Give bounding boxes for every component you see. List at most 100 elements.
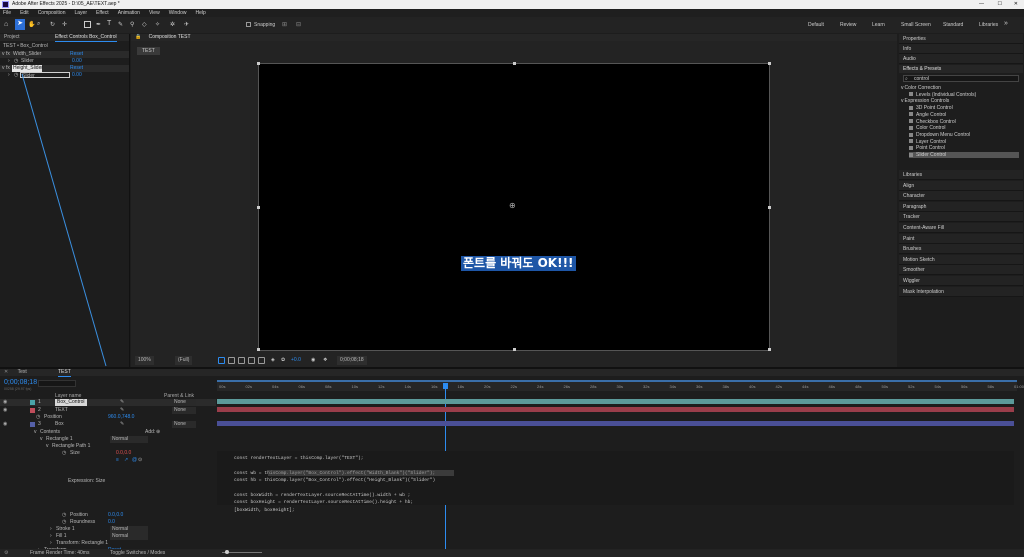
expression-menu-icon[interactable]: ⊙ bbox=[138, 457, 142, 464]
layer-bar-text[interactable] bbox=[217, 407, 1014, 412]
panel-audio[interactable]: Audio bbox=[899, 54, 1023, 64]
code-line[interactable]: const hb = thisComp.layer("Box_Control")… bbox=[234, 477, 435, 484]
stopwatch-icon[interactable]: ◷ bbox=[62, 512, 66, 519]
parent-dropdown[interactable]: None bbox=[172, 421, 196, 428]
tab-test[interactable]: TEST bbox=[58, 369, 71, 377]
comp-name-tag[interactable]: TEST bbox=[137, 47, 160, 55]
layer-name[interactable]: Box_Control bbox=[55, 399, 87, 406]
parent-dropdown[interactable]: None bbox=[172, 399, 196, 406]
layer-name[interactable]: Box bbox=[55, 421, 64, 428]
rect-position-row[interactable]: ◷ Position 0.0,0.0 bbox=[0, 512, 216, 519]
add-label[interactable]: Add: bbox=[145, 429, 155, 436]
panel-motion-sketch[interactable]: Motion Sketch bbox=[899, 254, 1023, 265]
panel-character[interactable]: Character bbox=[899, 191, 1023, 202]
layer-row-box-control[interactable]: ◉ 1 Box_Control ✎ None bbox=[0, 399, 216, 406]
panel-libraries[interactable]: Libraries bbox=[899, 170, 1023, 180]
effects-item[interactable]: Checkbox Control bbox=[909, 119, 956, 125]
handle[interactable] bbox=[768, 62, 771, 65]
rectangle-row[interactable]: v Rectangle 1 Normal bbox=[0, 436, 216, 443]
expression-graph-icon[interactable]: ↗ bbox=[124, 457, 128, 464]
switches-icon[interactable]: ✎ bbox=[120, 399, 124, 406]
grid-icon[interactable] bbox=[218, 357, 225, 364]
chevron-down-icon[interactable]: v bbox=[40, 436, 43, 443]
visibility-eye-icon[interactable]: ◉ bbox=[3, 399, 7, 406]
comp-canvas[interactable]: ⊕ 폰트를 바꿔도 OK!!! bbox=[257, 62, 771, 351]
panel-properties[interactable]: Properties bbox=[899, 34, 1023, 44]
chevron-down-icon[interactable]: v bbox=[901, 98, 904, 104]
effects-item[interactable]: Dropdown Menu Control bbox=[909, 132, 970, 138]
handle[interactable] bbox=[513, 62, 516, 65]
color-icon[interactable]: ✿ bbox=[281, 356, 285, 365]
expression-controls-row[interactable]: ≡ ↗ @ ⊙ bbox=[0, 457, 216, 464]
show-snapshot-icon[interactable]: ❖ bbox=[323, 356, 327, 365]
render-icon[interactable]: ⚙ bbox=[4, 549, 8, 557]
effects-item[interactable]: Slider Control bbox=[909, 152, 1019, 158]
chevron-right-icon[interactable]: › bbox=[50, 540, 52, 547]
handle[interactable] bbox=[257, 348, 260, 351]
3d-view-icon[interactable]: ◈ bbox=[271, 356, 275, 365]
rect-path-row[interactable]: v Rectangle Path 1 bbox=[0, 443, 216, 450]
effects-search-field[interactable]: ⌕ control bbox=[903, 75, 1019, 82]
visibility-eye-icon[interactable]: ◉ bbox=[3, 421, 7, 428]
switches-icon[interactable]: ✎ bbox=[120, 407, 124, 414]
mask-icon[interactable] bbox=[238, 357, 245, 364]
panel-mask-interpolation[interactable]: Mask Interpolation bbox=[899, 286, 1023, 297]
transform-rect-row[interactable]: › Transform: Rectangle 1 bbox=[0, 540, 216, 547]
roundness-value[interactable]: 0.0 bbox=[108, 519, 115, 526]
effects-item[interactable]: Point Control bbox=[909, 145, 945, 151]
effects-item[interactable]: Color Control bbox=[909, 125, 945, 131]
panel-paint[interactable]: Paint bbox=[899, 233, 1023, 244]
timeline-timecode[interactable]: 0;00;08;18 bbox=[4, 379, 37, 386]
size-value[interactable]: 0.0,0.0 bbox=[116, 450, 131, 457]
effects-category[interactable]: vExpression Controls bbox=[901, 98, 949, 104]
blend-mode-dropdown[interactable]: Normal bbox=[110, 436, 149, 443]
region-icon[interactable] bbox=[248, 357, 255, 364]
chevron-right-icon[interactable]: › bbox=[50, 526, 52, 533]
stopwatch-icon[interactable]: ◷ bbox=[36, 414, 40, 421]
work-area-bar[interactable] bbox=[217, 380, 1017, 382]
code-line[interactable]: const boxWidth = renderTextLayer.sourceR… bbox=[234, 492, 410, 499]
comp-timecode[interactable]: 0;00;08;18 bbox=[337, 356, 367, 365]
transparency-icon[interactable] bbox=[228, 357, 235, 364]
layer-row-text[interactable]: ◉ 2 TEXT ✎ None bbox=[0, 407, 216, 414]
zoom-dropdown[interactable]: 100% bbox=[135, 356, 154, 365]
effects-item[interactable]: Angle Control bbox=[909, 112, 946, 118]
fill-row[interactable]: › Fill 1 Normal bbox=[0, 533, 216, 540]
handle[interactable] bbox=[768, 348, 771, 351]
expression-label-row[interactable]: Expression: Size bbox=[0, 478, 216, 485]
label-color-swatch[interactable] bbox=[30, 400, 35, 405]
size-row[interactable]: ◷ Size 0.0,0.0 bbox=[0, 450, 216, 457]
zoom-slider-knob[interactable] bbox=[225, 550, 229, 554]
panel-tracker[interactable]: Tracker bbox=[899, 212, 1023, 223]
panel-smoother[interactable]: Smoother bbox=[899, 265, 1023, 276]
label-color-swatch[interactable] bbox=[30, 422, 35, 427]
camera-icon[interactable]: ◉ bbox=[311, 356, 315, 365]
channel-icon[interactable] bbox=[258, 357, 265, 364]
expression-enable-icon[interactable]: ≡ bbox=[116, 457, 119, 464]
chevron-down-icon[interactable]: v bbox=[901, 85, 904, 91]
code-line[interactable]: const boxHeight = renderTextLayer.source… bbox=[234, 499, 413, 506]
stopwatch-icon[interactable]: ◷ bbox=[62, 519, 66, 526]
chevron-right-icon[interactable]: › bbox=[50, 533, 52, 540]
panel-paragraph[interactable]: Paragraph bbox=[899, 201, 1023, 212]
handle[interactable] bbox=[257, 62, 260, 65]
code-line[interactable]: [boxWidth, boxHeight]; bbox=[234, 507, 295, 514]
add-icon[interactable]: ⊕ bbox=[156, 429, 160, 436]
chevron-down-icon[interactable]: v bbox=[34, 429, 37, 436]
pick-whip-icon[interactable]: @ bbox=[132, 457, 137, 464]
effects-item[interactable]: 3D Point Control bbox=[909, 105, 953, 111]
effects-category[interactable]: vColor Correction bbox=[901, 85, 941, 91]
effects-presets-header[interactable]: Effects & Presets bbox=[899, 65, 1023, 73]
effects-item[interactable]: Layer Control bbox=[909, 139, 946, 145]
property-row-position[interactable]: ◷ Position 960.0,748.0 bbox=[0, 414, 216, 421]
panel-brushes[interactable]: Brushes bbox=[899, 244, 1023, 255]
parent-dropdown[interactable]: None bbox=[172, 407, 196, 414]
stroke-blend-dropdown[interactable]: Normal bbox=[110, 526, 149, 533]
roundness-row[interactable]: ◷ Roundness 0.0 bbox=[0, 519, 216, 526]
resolution-dropdown[interactable]: (Full) bbox=[175, 356, 193, 365]
tab-text[interactable]: Text bbox=[18, 369, 27, 375]
contents-row[interactable]: v Contents Add: ⊕ bbox=[0, 429, 216, 436]
layer-name[interactable]: TEXT bbox=[55, 407, 68, 414]
handle[interactable] bbox=[768, 206, 771, 209]
handle[interactable] bbox=[513, 348, 516, 351]
